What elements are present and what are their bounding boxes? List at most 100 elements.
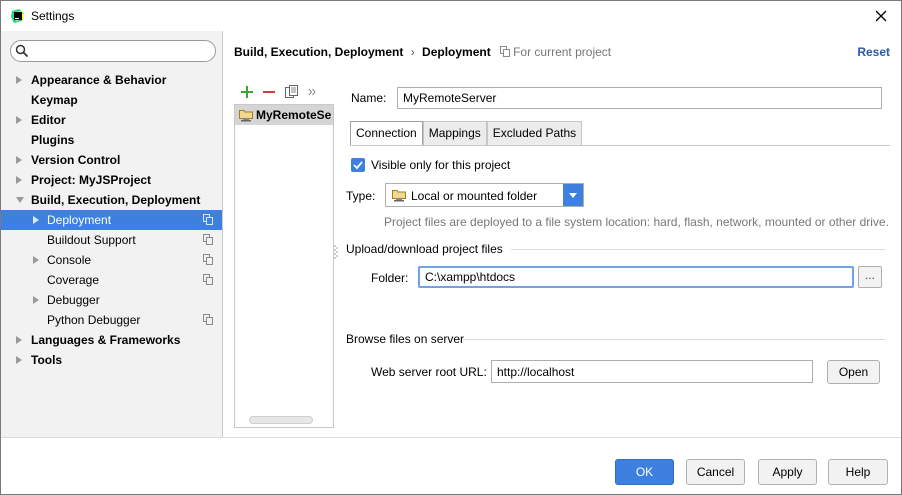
upload-section-title: Upload/download project files (346, 242, 503, 256)
sidebar-item-buildout-support[interactable]: Buildout Support (1, 230, 222, 250)
double-chevron-icon[interactable] (308, 88, 316, 96)
expand-arrow-right-icon[interactable] (16, 116, 22, 124)
sidebar-item-label: Build, Execution, Deployment (31, 193, 201, 207)
folder-label: Folder: (371, 271, 409, 285)
breadcrumb-section: Build, Execution, Deployment (234, 45, 404, 59)
sidebar-item-label: Deployment (47, 213, 112, 227)
copy-icon (203, 214, 213, 225)
plus-icon[interactable] (241, 86, 253, 98)
expand-arrow-right-icon[interactable] (33, 216, 39, 224)
footer-divider (1, 437, 901, 438)
sidebar-item-appearance-behavior[interactable]: Appearance & Behavior (1, 70, 222, 90)
tab-excluded-paths[interactable]: Excluded Paths (486, 121, 583, 145)
sidebar-item-languages-frameworks[interactable]: Languages & Frameworks (1, 330, 222, 350)
list-item[interactable]: MyRemoteSe (235, 105, 333, 125)
sidebar-item-label: Keymap (31, 93, 78, 107)
copy-icon (203, 234, 213, 245)
ok-button[interactable]: OK (615, 459, 674, 485)
sidebar-item-editor[interactable]: Editor (1, 110, 222, 130)
visible-only-checkbox[interactable] (351, 158, 365, 172)
breadcrumb: Build, Execution, Deployment › Deploymen… (234, 45, 611, 59)
reset-link[interactable]: Reset (857, 45, 890, 59)
copy-icon (203, 254, 213, 265)
sidebar-item-label: Project: MyJSProject (31, 173, 152, 187)
expand-arrow-right-icon[interactable] (16, 336, 22, 344)
server-list: MyRemoteSe (234, 104, 334, 428)
type-hint: Project files are deployed to a file sys… (384, 215, 889, 229)
visible-only-row: Visible only for this project (351, 158, 510, 172)
name-input[interactable] (397, 87, 882, 109)
chevron-down-icon (569, 192, 577, 198)
sidebar-item-label: Plugins (31, 133, 75, 147)
search-icon (15, 44, 29, 58)
apply-button[interactable]: Apply (758, 459, 817, 485)
tab-divider (350, 145, 890, 146)
sidebar-item-label: Languages & Frameworks (31, 333, 181, 347)
type-dropdown[interactable]: Local or mounted folder (385, 183, 584, 207)
settings-sidebar: Appearance & Behavior Keymap Editor Plugins… (1, 31, 223, 437)
web-server-url-input[interactable] (491, 360, 813, 383)
copy-icon (203, 274, 213, 285)
sidebar-item-python-debugger[interactable]: Python Debugger (1, 310, 222, 330)
server-list-toolbar (241, 83, 316, 101)
sidebar-item-label: Python Debugger (47, 313, 141, 327)
sidebar-item-label: Buildout Support (47, 233, 136, 247)
scope-label: For current project (513, 45, 612, 59)
project-scope: For current project (500, 45, 611, 59)
drag-handle-icon (334, 245, 338, 259)
cancel-button[interactable]: Cancel (686, 459, 745, 485)
sidebar-item-debugger[interactable]: Debugger (1, 290, 222, 310)
open-button[interactable]: Open (827, 360, 880, 384)
expand-arrow-right-icon[interactable] (16, 176, 22, 184)
tab-mappings[interactable]: Mappings (422, 121, 487, 145)
sidebar-item-label: Debugger (47, 293, 100, 307)
close-button[interactable] (861, 1, 901, 31)
sidebar-item-label: Console (47, 253, 92, 267)
app-logo-icon (10, 8, 26, 24)
sidebar-item-version-control[interactable]: Version Control (1, 150, 222, 170)
minus-icon[interactable] (263, 86, 275, 98)
expand-arrow-right-icon[interactable] (33, 296, 39, 304)
section-divider (511, 249, 885, 250)
sidebar-item-label: Editor (31, 113, 66, 127)
type-label: Type: (346, 189, 376, 203)
sidebar-item-label: Tools (31, 353, 63, 367)
settings-window: Settings Appearance & Behavior Keymap Edit… (0, 0, 902, 495)
sidebar-item-console[interactable]: Console (1, 250, 222, 270)
sidebar-item-coverage[interactable]: Coverage (1, 270, 222, 290)
expand-arrow-right-icon[interactable] (16, 356, 22, 364)
sidebar-item-label: Version Control (31, 153, 121, 167)
sidebar-item-build-execution-deployment[interactable]: Build, Execution, Deployment (1, 190, 222, 210)
tab-connection[interactable]: Connection (350, 121, 423, 146)
expand-arrow-down-icon[interactable] (16, 197, 24, 203)
expand-arrow-right-icon[interactable] (33, 256, 39, 264)
section-divider (463, 339, 885, 340)
server-folder-icon (239, 110, 253, 122)
sidebar-item-tools[interactable]: Tools (1, 350, 222, 370)
title-bar: Settings (1, 1, 901, 31)
copy-icon[interactable] (285, 85, 298, 99)
server-name: MyRemoteSe (256, 108, 332, 122)
horizontal-scrollbar[interactable] (249, 416, 313, 424)
name-label: Name: (351, 91, 387, 105)
folder-input[interactable] (418, 266, 854, 288)
sidebar-item-keymap[interactable]: Keymap (1, 90, 222, 110)
tab-bar: Connection Mappings Excluded Paths (350, 121, 583, 146)
window-title: Settings (31, 9, 75, 23)
breadcrumb-separator: › (410, 45, 415, 59)
sidebar-item-project-myjsproject[interactable]: Project: MyJSProject (1, 170, 222, 190)
browse-button[interactable]: ... (858, 266, 882, 288)
copy-icon (203, 314, 213, 325)
sidebar-item-label: Appearance & Behavior (31, 73, 167, 87)
server-folder-icon (392, 190, 406, 202)
sidebar-item-label: Coverage (47, 273, 100, 287)
search-input[interactable] (10, 40, 216, 62)
web-server-url-label: Web server root URL: (371, 365, 487, 379)
expand-arrow-right-icon[interactable] (16, 76, 22, 84)
sidebar-item-deployment[interactable]: Deployment (1, 210, 222, 230)
dropdown-button[interactable] (563, 184, 583, 206)
sidebar-item-plugins[interactable]: Plugins (1, 130, 222, 150)
breadcrumb-page: Deployment (422, 45, 491, 59)
help-button[interactable]: Help (828, 459, 888, 485)
expand-arrow-right-icon[interactable] (16, 156, 22, 164)
